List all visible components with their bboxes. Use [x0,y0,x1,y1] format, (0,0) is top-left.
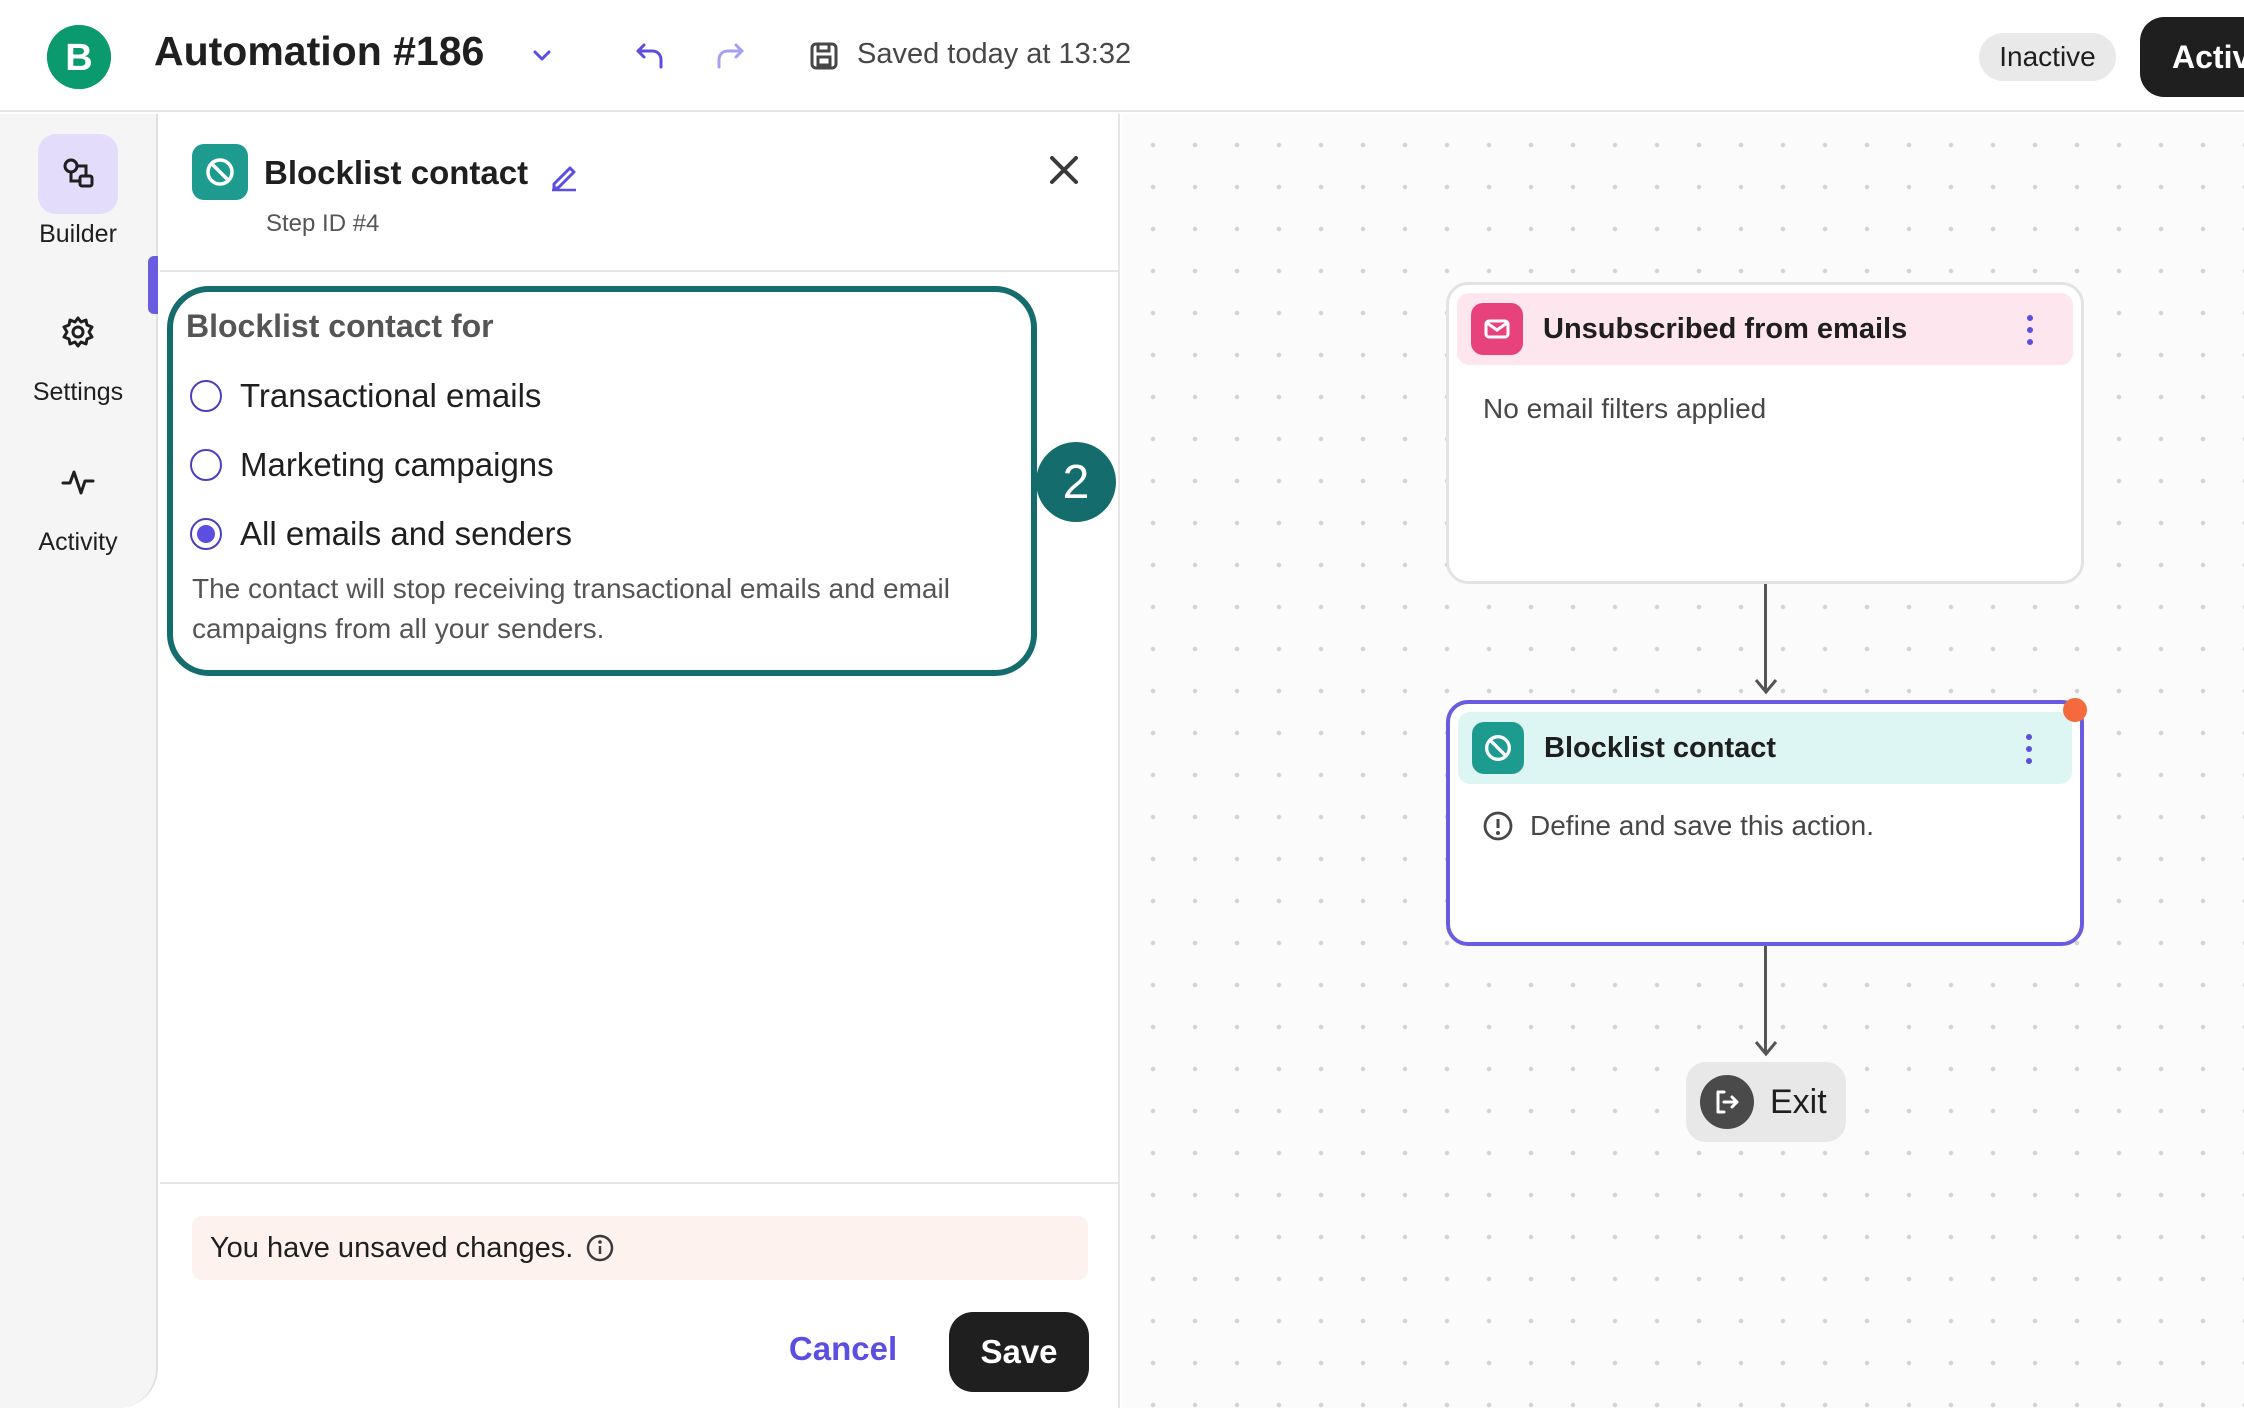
option-label: Transactional emails [240,377,542,414]
node-body-text: No email filters applied [1483,393,1767,424]
save-button[interactable]: Save [949,1312,1089,1392]
builder-icon [38,134,118,214]
warning-icon [1482,810,1514,842]
chevron-down-icon[interactable] [526,40,558,72]
arrow-down-icon [1754,679,1778,695]
arrow-down-icon [1754,1041,1778,1057]
info-icon[interactable] [585,1233,615,1263]
more-options-icon[interactable] [2027,315,2033,345]
trigger-node[interactable]: Unsubscribed from emails No email filter… [1446,282,2084,584]
option-label: All emails and senders [240,515,572,552]
connector-line [1764,946,1767,1052]
edit-pencil-icon[interactable] [546,158,582,194]
left-navigation-rail: Builder Settings Activity [0,114,158,1408]
node-body-text: Define and save this action. [1530,810,1874,841]
save-disk-icon [806,38,842,74]
warning-dot [2063,698,2087,722]
panel-header: Blocklist contact Step ID #4 [160,114,1118,272]
rail-item-activity[interactable]: Activity [0,442,156,557]
step-id: Step ID #4 [266,210,380,237]
close-icon[interactable] [1042,148,1086,192]
radio-button[interactable] [190,449,222,481]
step-number-marker: 2 [1036,442,1116,522]
node-title: Blocklist contact [1544,731,1777,764]
node-header: Unsubscribed from emails [1457,293,2073,365]
gear-icon [38,292,118,372]
action-node[interactable]: Blocklist contact Define and save this a… [1446,700,2084,946]
rail-label-settings: Settings [32,378,124,406]
exit-icon [1700,1075,1754,1129]
node-header: Blocklist contact [1458,712,2072,784]
envelope-icon [1471,303,1523,355]
logo-icon: B [47,25,111,89]
panel-footer: You have unsaved changes. Cancel Save [160,1182,1118,1408]
option-marketing-campaigns[interactable]: Marketing campaigns [190,446,554,484]
activate-button[interactable]: Activate [2140,17,2244,97]
cancel-button[interactable]: Cancel [778,1319,908,1379]
status-badge: Inactive [1979,33,2116,81]
section-heading: Blocklist contact for [186,308,494,344]
option-label: Marketing campaigns [240,446,554,483]
rail-label-builder: Builder [39,220,117,248]
connector-line [1764,584,1767,690]
blocklist-icon [1472,722,1524,774]
option-transactional-emails[interactable]: Transactional emails [190,377,541,415]
blocklist-icon [192,144,248,200]
radio-button[interactable] [190,380,222,412]
option-all-emails-and-senders[interactable]: All emails and senders [190,515,572,553]
undo-icon[interactable] [630,38,670,74]
rail-item-builder[interactable]: Builder [0,134,156,249]
exit-label: Exit [1770,1082,1827,1121]
node-warning: Define and save this action. [1482,810,1874,842]
rail-item-settings[interactable]: Settings [0,292,156,407]
unsaved-changes-banner: You have unsaved changes. [192,1216,1088,1280]
more-options-icon[interactable] [2026,734,2032,764]
brevo-logo[interactable]: B [47,25,111,89]
unsaved-text: You have unsaved changes. [210,1231,574,1264]
saved-status: Saved today at 13:32 [857,38,1132,70]
activity-icon [38,442,118,522]
redo-icon[interactable] [710,38,750,74]
panel-title: Blocklist contact [264,154,529,191]
top-bar: B Automation #186 Saved today at 13:32 I… [0,0,2244,112]
rail-label-activity: Activity [38,528,118,556]
node-title: Unsubscribed from emails [1543,312,1908,345]
exit-node[interactable]: Exit [1686,1062,1846,1142]
automation-title[interactable]: Automation #186 [154,28,484,75]
svg-text:B: B [65,37,92,79]
radio-button-selected[interactable] [190,518,222,550]
option-help-text: The contact will stop receiving transact… [192,573,950,644]
